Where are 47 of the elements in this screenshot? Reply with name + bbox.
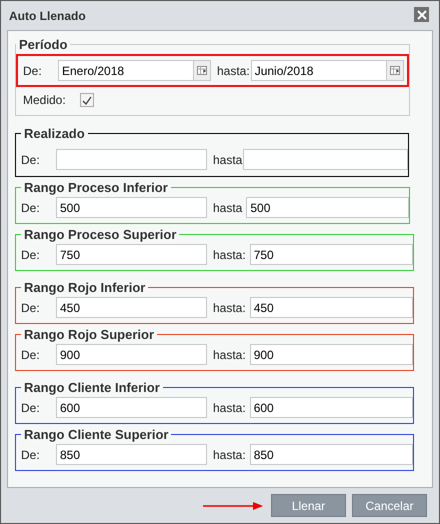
input-field[interactable]: 450 (250, 297, 413, 318)
field-label: hasta: (213, 348, 246, 362)
checkbox[interactable] (80, 93, 94, 107)
field-label: De: (21, 348, 41, 362)
field-label: De: (23, 64, 43, 78)
field-label: Medido: (23, 93, 66, 107)
group-title: Rango Proceso Inferior (23, 180, 169, 195)
group-title: Rango Proceso Superior (23, 227, 178, 242)
field-label: hasta: (213, 248, 246, 262)
field-label: hasta: (213, 400, 246, 414)
input-field[interactable]: 850 (56, 444, 207, 465)
input-field[interactable]: 500 (246, 197, 410, 218)
field-label: De: (21, 448, 41, 462)
input-field[interactable]: 850 (250, 444, 413, 465)
calendar-icon[interactable] (193, 60, 211, 81)
input-field[interactable]: 750 (56, 244, 207, 265)
input-field[interactable]: 900 (250, 344, 413, 365)
date-field[interactable]: Enero/2018 (58, 60, 193, 81)
field-label: hasta: (217, 64, 250, 78)
field-label: hasta: (213, 448, 246, 462)
group-title: Rango Rojo Inferior (23, 280, 146, 295)
input-field[interactable] (243, 149, 408, 170)
field-label: De: (21, 248, 41, 262)
group-title: Período (18, 37, 68, 52)
field-label: De: (21, 200, 41, 214)
field-label: hasta (213, 200, 242, 214)
input-field[interactable]: 900 (56, 344, 207, 365)
group-title: Rango Cliente Superior (23, 427, 170, 442)
input-field[interactable]: 600 (56, 397, 207, 418)
field-label: De: (21, 300, 41, 314)
input-field[interactable]: 450 (56, 297, 207, 318)
date-field[interactable]: Junio/2018 (250, 60, 386, 81)
input-field[interactable] (56, 149, 207, 170)
input-field[interactable]: 600 (250, 397, 413, 418)
close-button[interactable] (414, 7, 429, 22)
group-title: Rango Rojo Superior (23, 327, 155, 342)
group-title: Realizado (23, 126, 86, 141)
group-title: Rango Cliente Inferior (23, 380, 161, 395)
input-field[interactable]: 500 (56, 197, 207, 218)
field-label: De: (21, 400, 41, 414)
close-icon (416, 10, 426, 20)
field-label: De: (21, 152, 41, 166)
input-field[interactable]: 750 (250, 244, 413, 265)
field-label: hasta: (213, 300, 246, 314)
calendar-icon[interactable] (386, 60, 404, 81)
field-label: hasta (213, 152, 242, 166)
window-title: Auto Llenado (9, 8, 86, 22)
